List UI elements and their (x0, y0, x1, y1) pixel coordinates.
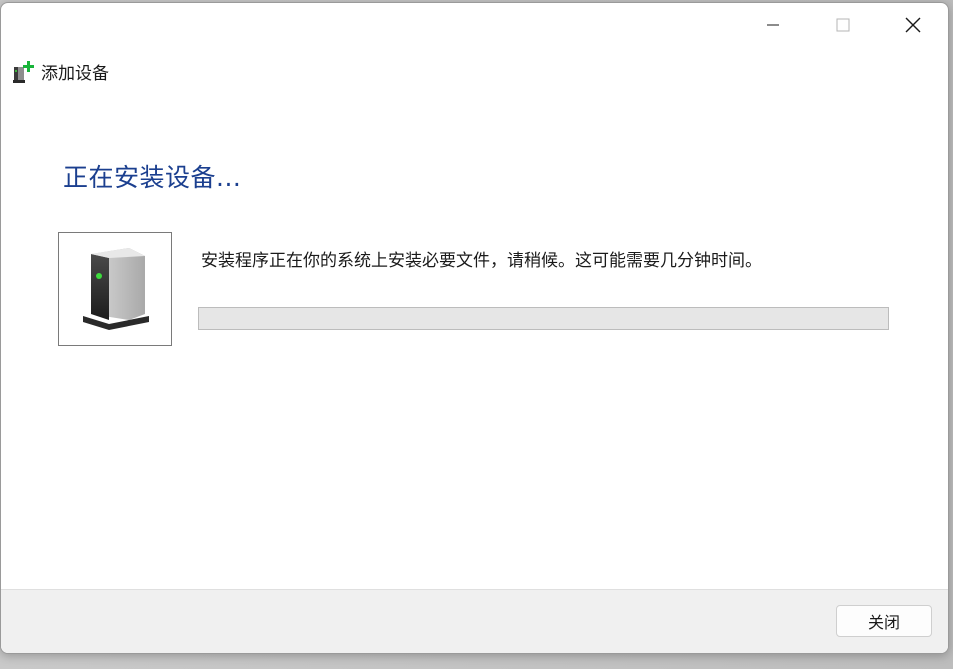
window-controls (738, 3, 948, 47)
close-button[interactable]: 关闭 (836, 605, 932, 637)
add-device-icon (13, 60, 34, 83)
device-icon-frame (58, 232, 172, 346)
add-device-window: 添加设备 正在安装设备... 安装程序正在你的系统上安装必要文件，请稍候。这可能… (0, 2, 949, 654)
close-window-button[interactable] (878, 3, 948, 47)
footer: 关闭 (1, 589, 948, 653)
progress-bar (198, 307, 889, 330)
maximize-icon (836, 18, 850, 32)
minimize-icon (767, 24, 779, 26)
install-message: 安装程序正在你的系统上安装必要文件，请稍候。这可能需要几分钟时间。 (201, 251, 762, 271)
window-title: 添加设备 (13, 59, 109, 84)
close-icon (905, 17, 921, 33)
desktop: 添加设备 正在安装设备... 安装程序正在你的系统上安装必要文件，请稍候。这可能… (0, 0, 953, 669)
page-title: 正在安装设备... (63, 163, 242, 192)
maximize-button[interactable] (808, 3, 878, 47)
window-title-text: 添加设备 (41, 64, 109, 84)
device-icon (83, 248, 149, 330)
minimize-button[interactable] (738, 3, 808, 47)
